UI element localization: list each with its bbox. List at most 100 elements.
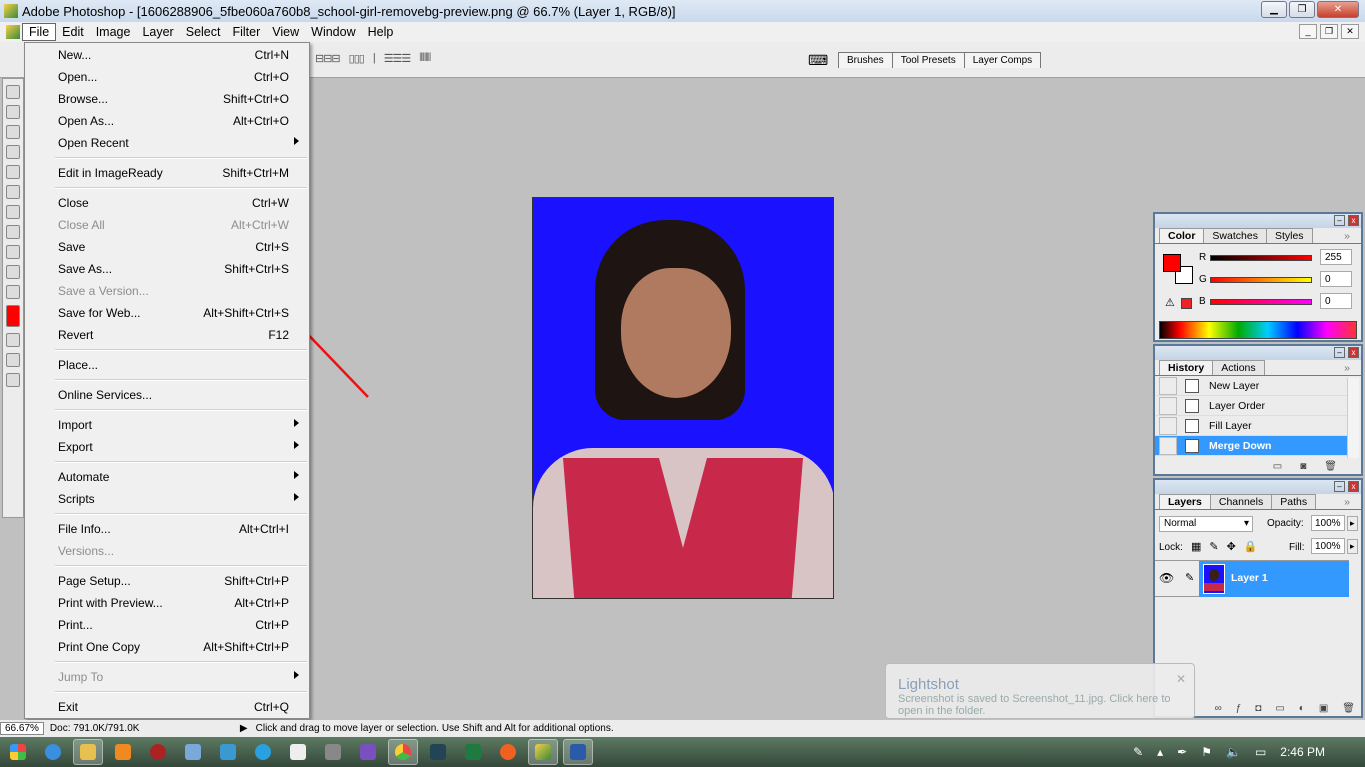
trash-icon[interactable]: 🗑 — [1324, 461, 1337, 472]
file-menu-item-automate[interactable]: Automate — [25, 466, 309, 488]
foreground-color[interactable] — [1163, 254, 1181, 272]
delete-layer-icon[interactable]: 🗑 — [1342, 703, 1355, 714]
fill-slider-button[interactable]: ▸ — [1347, 539, 1358, 554]
network-icon[interactable]: ▭ — [1255, 745, 1266, 759]
visual-studio-icon[interactable] — [353, 739, 383, 765]
file-menu-item-new[interactable]: New... Ctrl+N — [25, 44, 309, 66]
panel-minimize-button[interactable]: – — [1334, 347, 1345, 358]
b-input[interactable]: 0 — [1320, 293, 1352, 309]
r-input[interactable]: 255 — [1320, 249, 1352, 265]
file-menu-item-save-for-web[interactable]: Save for Web... Alt+Shift+Ctrl+S — [25, 302, 309, 324]
opacity-input[interactable]: 100% — [1311, 515, 1345, 531]
file-menu-item-open-recent[interactable]: Open Recent — [25, 132, 309, 154]
status-menu-arrow-icon[interactable]: ▶ — [240, 723, 248, 734]
layer-name[interactable]: Layer 1 — [1231, 572, 1268, 584]
excel-icon[interactable] — [458, 739, 488, 765]
color-ramp[interactable] — [1159, 321, 1357, 339]
tab-swatches[interactable]: Swatches — [1203, 228, 1267, 243]
lightshot-notification[interactable]: Lightshot Screenshot is saved to Screens… — [885, 663, 1195, 719]
eye-visibility-icon[interactable]: 👁 — [1159, 571, 1174, 585]
tab-history[interactable]: History — [1159, 360, 1214, 375]
tab-channels[interactable]: Channels — [1209, 494, 1273, 509]
new-group-icon[interactable]: ▭ — [1275, 703, 1284, 714]
start-button[interactable] — [3, 739, 33, 765]
panel-close-button[interactable]: x — [1348, 215, 1359, 226]
photos-icon[interactable] — [213, 739, 243, 765]
file-menu-item-print-one-copy[interactable]: Print One Copy Alt+Shift+Ctrl+P — [25, 636, 309, 658]
snapshot-icon[interactable]: ◙ — [1300, 461, 1306, 472]
panel-minimize-button[interactable]: – — [1334, 215, 1345, 226]
file-menu-item-place[interactable]: Place... — [25, 354, 309, 376]
tab-layers[interactable]: Layers — [1159, 494, 1211, 509]
file-menu-item-revert[interactable]: Revert F12 — [25, 324, 309, 346]
link-icon[interactable]: ∞ — [1215, 703, 1222, 714]
panel-minimize-button[interactable]: – — [1334, 481, 1345, 492]
layer-row[interactable]: 👁 ✎ Layer 1 — [1155, 560, 1349, 597]
file-menu-item-open-as[interactable]: Open As... Alt+Ctrl+O — [25, 110, 309, 132]
file-menu-item-print-with-preview[interactable]: Print with Preview... Alt+Ctrl+P — [25, 592, 309, 614]
notification-close-icon[interactable]: ✕ — [1176, 672, 1186, 686]
adjustment-layer-icon[interactable]: ◐ — [1299, 703, 1305, 714]
file-menu-item-save[interactable]: Save Ctrl+S — [25, 236, 309, 258]
panel-menu-icon[interactable]: » — [1336, 361, 1358, 375]
tab-paths[interactable]: Paths — [1271, 494, 1317, 509]
file-menu-item-save-as[interactable]: Save As... Shift+Ctrl+S — [25, 258, 309, 280]
lightshot-tray-icon[interactable]: ✒ — [1177, 745, 1187, 759]
history-scrollbar[interactable] — [1347, 378, 1359, 458]
explorer-icon[interactable] — [73, 739, 103, 765]
word-icon[interactable] — [563, 739, 593, 765]
panel-menu-icon[interactable]: » — [1336, 495, 1358, 509]
tray-expand-icon[interactable]: ▴ — [1157, 745, 1163, 759]
new-document-icon[interactable]: ▭ — [1273, 461, 1282, 472]
file-menu-item-file-info[interactable]: File Info... Alt+Ctrl+I — [25, 518, 309, 540]
g-input[interactable]: 0 — [1320, 271, 1352, 287]
file-menu-item-browse[interactable]: Browse... Shift+Ctrl+O — [25, 88, 309, 110]
tab-styles[interactable]: Styles — [1265, 228, 1313, 243]
zoom-level[interactable]: 66.67% — [0, 722, 44, 735]
new-layer-icon[interactable]: ▣ — [1319, 703, 1328, 714]
tray-power-icon[interactable]: ⚑ — [1201, 745, 1212, 759]
r-slider[interactable] — [1210, 255, 1312, 261]
tray-note-icon[interactable]: ✎ — [1133, 745, 1143, 759]
file-menu-item-open[interactable]: Open... Ctrl+O — [25, 66, 309, 88]
add-mask-icon[interactable]: ◘ — [1255, 703, 1261, 714]
lock-icons[interactable]: ▦✎✥🔒 — [1191, 540, 1266, 553]
history-item[interactable]: New Layer — [1155, 376, 1347, 396]
media-player-icon[interactable] — [108, 739, 138, 765]
history-item[interactable]: Fill Layer — [1155, 416, 1347, 436]
blend-mode-select[interactable]: Normal ▾ — [1159, 516, 1253, 532]
volume-icon[interactable]: 🔈 — [1226, 745, 1241, 759]
calculator-icon[interactable] — [178, 739, 208, 765]
history-item[interactable]: Layer Order — [1155, 396, 1347, 416]
file-menu-item-export[interactable]: Export — [25, 436, 309, 458]
powershell-icon[interactable] — [423, 739, 453, 765]
file-menu-item-import[interactable]: Import — [25, 414, 309, 436]
file-menu-item-print[interactable]: Print... Ctrl+P — [25, 614, 309, 636]
clock[interactable]: 2:46 PM — [1280, 745, 1325, 759]
panel-close-button[interactable]: x — [1348, 481, 1359, 492]
ie-icon[interactable] — [38, 739, 68, 765]
app-red-icon[interactable] — [143, 739, 173, 765]
file-menu-item-page-setup[interactable]: Page Setup... Shift+Ctrl+P — [25, 570, 309, 592]
file-menu-item-close[interactable]: Close Ctrl+W — [25, 192, 309, 214]
opacity-slider-button[interactable]: ▸ — [1347, 516, 1358, 531]
b-slider[interactable] — [1210, 299, 1312, 305]
panel-close-button[interactable]: x — [1348, 347, 1359, 358]
file-menu-item-edit-in-imageready[interactable]: Edit in ImageReady Shift+Ctrl+M — [25, 162, 309, 184]
photoshop-taskbar-icon[interactable] — [528, 739, 558, 765]
file-menu-item-online-services[interactable]: Online Services... — [25, 384, 309, 406]
file-menu-item-exit[interactable]: Exit Ctrl+Q — [25, 696, 309, 718]
add-style-icon[interactable]: ƒ — [1236, 703, 1242, 714]
g-slider[interactable] — [1210, 277, 1312, 283]
telegram-icon[interactable] — [248, 739, 278, 765]
firefox-icon[interactable] — [493, 739, 523, 765]
gamut-warning-icon[interactable]: ⚠ — [1165, 296, 1175, 309]
fill-input[interactable]: 100% — [1311, 538, 1345, 554]
gamut-color-swatch[interactable] — [1181, 298, 1192, 309]
file-menu-item-scripts[interactable]: Scripts — [25, 488, 309, 510]
history-item-selected[interactable]: Merge Down — [1155, 436, 1347, 456]
lightshot-message[interactable]: Screenshot is saved to Screenshot_11.jpg… — [898, 693, 1178, 717]
book-icon[interactable] — [283, 739, 313, 765]
panel-menu-icon[interactable]: » — [1336, 229, 1358, 243]
app-grey-icon[interactable] — [318, 739, 348, 765]
